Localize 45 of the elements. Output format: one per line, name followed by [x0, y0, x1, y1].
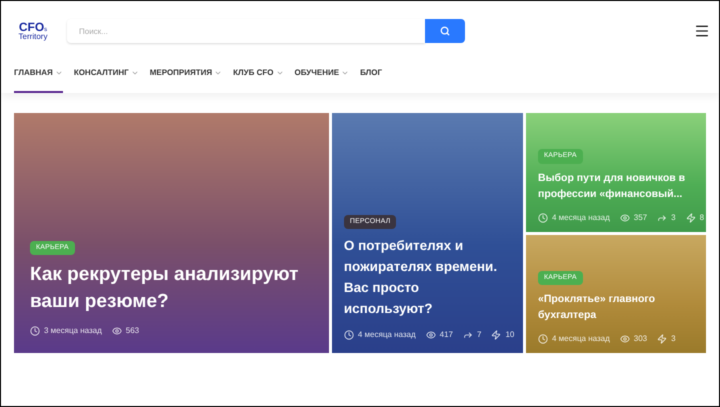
chevron-icon — [130, 69, 139, 77]
chevron-icon — [54, 69, 63, 77]
clock-icon — [30, 326, 40, 336]
post-title[interactable]: О потребителях и пожирателях времени. Вас просто используют? — [344, 235, 511, 319]
share-icon — [657, 212, 668, 222]
eye-icon — [112, 326, 122, 336]
logo-title: CFO — [18, 21, 44, 33]
clock-icon — [538, 212, 548, 222]
bolt-icon — [491, 330, 502, 340]
nav-item[interactable]: ГЛАВНАЯ — [14, 55, 63, 93]
share-icon — [463, 330, 473, 340]
clock-icon — [538, 334, 548, 344]
meta-text: 10 — [505, 329, 514, 341]
nav-item[interactable]: КЛУБ CFO — [233, 55, 284, 93]
meta-text: 8 — [700, 212, 704, 224]
meta-text: 3 — [671, 333, 676, 345]
clock-icon — [344, 330, 354, 340]
nav-item[interactable]: ОБУЧЕНИЕ — [294, 55, 350, 93]
meta-text: 357 — [634, 212, 648, 224]
chevron-icon — [341, 69, 350, 77]
meta-text: 7 — [477, 329, 482, 341]
search-field[interactable]: Поиск... — [67, 19, 425, 43]
logo-subtitle: Territory — [18, 33, 48, 41]
meta-text: 417 — [440, 329, 453, 341]
menu-icon[interactable] — [694, 23, 710, 39]
post-title[interactable]: Как рекрутеры анализируют ваши резюме? — [30, 261, 313, 315]
nav-item[interactable]: МЕРОПРИЯТИЯ — [150, 55, 222, 93]
chevron-icon — [276, 69, 284, 77]
eye-icon — [620, 212, 630, 222]
nav-item[interactable]: КОНСАЛТИНГ — [74, 55, 139, 93]
meta-text: 4 месяца назад — [552, 212, 610, 224]
meta-text: 563 — [126, 325, 140, 337]
nav-item[interactable]: БЛОГ — [360, 55, 382, 93]
chevron-icon — [214, 69, 222, 77]
meta-text: 3 — [671, 212, 676, 224]
meta-text: 4 месяца назад — [552, 333, 610, 345]
meta-text: 303 — [634, 333, 648, 345]
search-button[interactable] — [425, 19, 465, 43]
search-icon — [440, 26, 450, 36]
eye-icon — [426, 330, 436, 340]
meta-text: 3 месяца назад — [44, 325, 102, 337]
bolt-icon — [686, 212, 696, 222]
meta-text: 4 месяца назад — [358, 329, 416, 341]
eye-icon — [620, 334, 630, 344]
bolt-icon — [657, 334, 668, 344]
